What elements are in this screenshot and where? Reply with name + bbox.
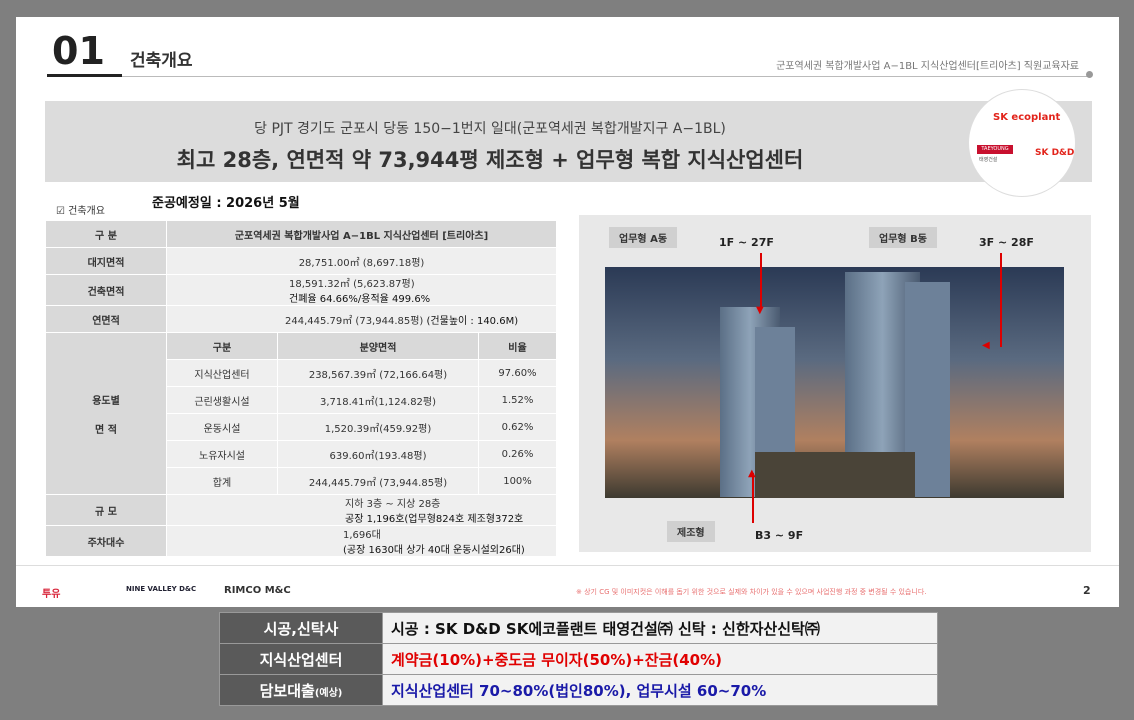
coverage-note: 건폐율 64.66%/용적율 499.6% <box>289 294 431 305</box>
section-number: 01 <box>52 29 105 73</box>
summary-label: 시공,신탁사 <box>219 612 383 644</box>
row-label: 규 모 <box>45 494 167 526</box>
table-row: 담보대출(예상) 지식산업센터 70~80%(법인80%), 업무시설 60~7… <box>219 674 938 706</box>
banner-location: 당 PJT 경기도 군포시 당동 150−1번지 일대(군포역세권 복합개발지구… <box>254 121 726 137</box>
arrow-a <box>760 253 762 308</box>
nine-valley-logo: NINE VALLEY D&C <box>126 585 197 593</box>
gross-floor-area: 244,445.79㎡ (73,944.85평) (건물높이 : 140.6M) <box>166 305 557 333</box>
rimco-logo: RIMCO M&C <box>224 585 291 596</box>
arrow-down-icon: ▼ <box>756 305 764 316</box>
height-note: (건물높이 : 140.6M) <box>426 315 519 327</box>
parking-note: (공장 1630대 상가 40대 운동시설외26대) <box>343 545 525 556</box>
use-col-header: 구분 <box>166 332 278 360</box>
use-col-header: 분양면적 <box>277 332 479 360</box>
use-area-label: 용도별 면 적 <box>45 332 167 495</box>
overview-label: ☑ 건축개요 <box>56 206 105 217</box>
summary-table: 시공,신탁사 시공 : SK D&D SK에코플랜트 태영건설㈜ 신탁 : 신한… <box>219 612 938 706</box>
touyu-logo: 투유 <box>42 589 61 600</box>
sk-dd-logo: SK D&D <box>1035 148 1075 158</box>
header-accent-bar <box>47 74 122 77</box>
floors-office-b: 3F ~ 28F <box>979 236 1034 249</box>
completion-date: 준공예정일 : 2026년 5월 <box>152 196 300 211</box>
scale: 지하 3층 ~ 지상 28층 공장 1,196호(업무형824호 제조형372호 <box>166 494 557 526</box>
table-row: 지식산업센터 계약금(10%)+중도금 무이자(50%)+잔금(40%) <box>219 643 938 675</box>
floors-office-a: 1F ~ 27F <box>719 236 774 249</box>
floors-manufacturing: B3 ~ 9F <box>755 529 804 542</box>
site-area: 28,751.00㎡ (8,697.18평) <box>166 247 557 275</box>
doc-title: 군포역세권 복합개발사업 A−1BL 지식산업센터[트리아츠] 직원교육자료 <box>776 61 1079 72</box>
taeyoung-logo: TAEYOUNG <box>977 145 1013 154</box>
summary-label: 지식산업센터 <box>219 643 383 675</box>
units-note: 공장 1,196호(업무형824호 제조형372호 <box>345 514 524 525</box>
building-area: 18,591.32㎡ (5,623.87평) 건폐율 64.66%/용적율 49… <box>166 274 557 306</box>
arrow-left-icon: ◀ <box>982 340 990 351</box>
row-label: 건축면적 <box>45 274 167 306</box>
project-name: 군포역세권 복합개발사업 A−1BL 지식산업센터 [트리아츠] <box>166 220 557 248</box>
arrow-b <box>1000 253 1002 347</box>
arrow-up-icon: ▲ <box>748 468 756 479</box>
partner-logos: SK ecoplant TAEYOUNG 태영건설 SK D&D <box>968 89 1076 197</box>
summary-value-payment: 계약금(10%)+중도금 무이자(50%)+잔금(40%) <box>382 643 938 675</box>
section-title: 건축개요 <box>130 51 193 71</box>
row-label: 연면적 <box>45 305 167 333</box>
footer-divider <box>16 565 1119 566</box>
tag-manufacturing: 제조형 <box>667 521 715 542</box>
tag-office-b: 업무형 B동 <box>869 227 937 248</box>
summary-value-contractor: 시공 : SK D&D SK에코플랜트 태영건설㈜ 신탁 : 신한자산신탁㈜ <box>382 612 938 644</box>
page-number: 2 <box>1083 584 1091 597</box>
banner-headline: 최고 28층, 연면적 약 73,944평 제조형 + 업무형 복합 지식산업센… <box>176 148 804 172</box>
rendering-panel: 업무형 A동 1F ~ 27F 업무형 B동 3F ~ 28F 제조형 B3 ~… <box>579 215 1091 552</box>
row-label: 주차대수 <box>45 525 167 557</box>
checkbox-icon: ☑ <box>56 206 65 217</box>
spec-table: 구 분 군포역세권 복합개발사업 A−1BL 지식산업센터 [트리아츠] 대지면… <box>45 220 557 557</box>
summary-banner: 당 PJT 경기도 군포시 당동 150−1번지 일대(군포역세권 복합개발지구… <box>45 101 1092 182</box>
table-row: 시공,신탁사 시공 : SK D&D SK에코플랜트 태영건설㈜ 신탁 : 신한… <box>219 612 938 644</box>
taeyoung-logo-sub: 태영건설 <box>979 157 998 163</box>
disclaimer: ※ 상기 CG 및 이미지컷은 이해를 돕기 위한 것으로 실제와 차이가 있을… <box>576 588 927 596</box>
header-dot-icon <box>1086 71 1093 78</box>
summary-value-loan: 지식산업센터 70~80%(법인80%), 업무시설 60~70% <box>382 674 938 706</box>
header-divider <box>47 76 1092 77</box>
arrow-m <box>752 473 754 523</box>
slide: 01 건축개요 군포역세권 복합개발사업 A−1BL 지식산업센터[트리아츠] … <box>16 17 1119 607</box>
row-label: 구 분 <box>45 220 167 248</box>
parking: 1,696대 (공장 1630대 상가 40대 운동시설외26대) <box>166 525 557 557</box>
sk-ecoplant-logo: SK ecoplant <box>993 112 1061 123</box>
summary-label: 담보대출(예상) <box>219 674 383 706</box>
use-col-header: 비율 <box>478 332 557 360</box>
tag-office-a: 업무형 A동 <box>609 227 678 248</box>
building-rendering-image <box>605 267 1064 498</box>
row-label: 대지면적 <box>45 247 167 275</box>
